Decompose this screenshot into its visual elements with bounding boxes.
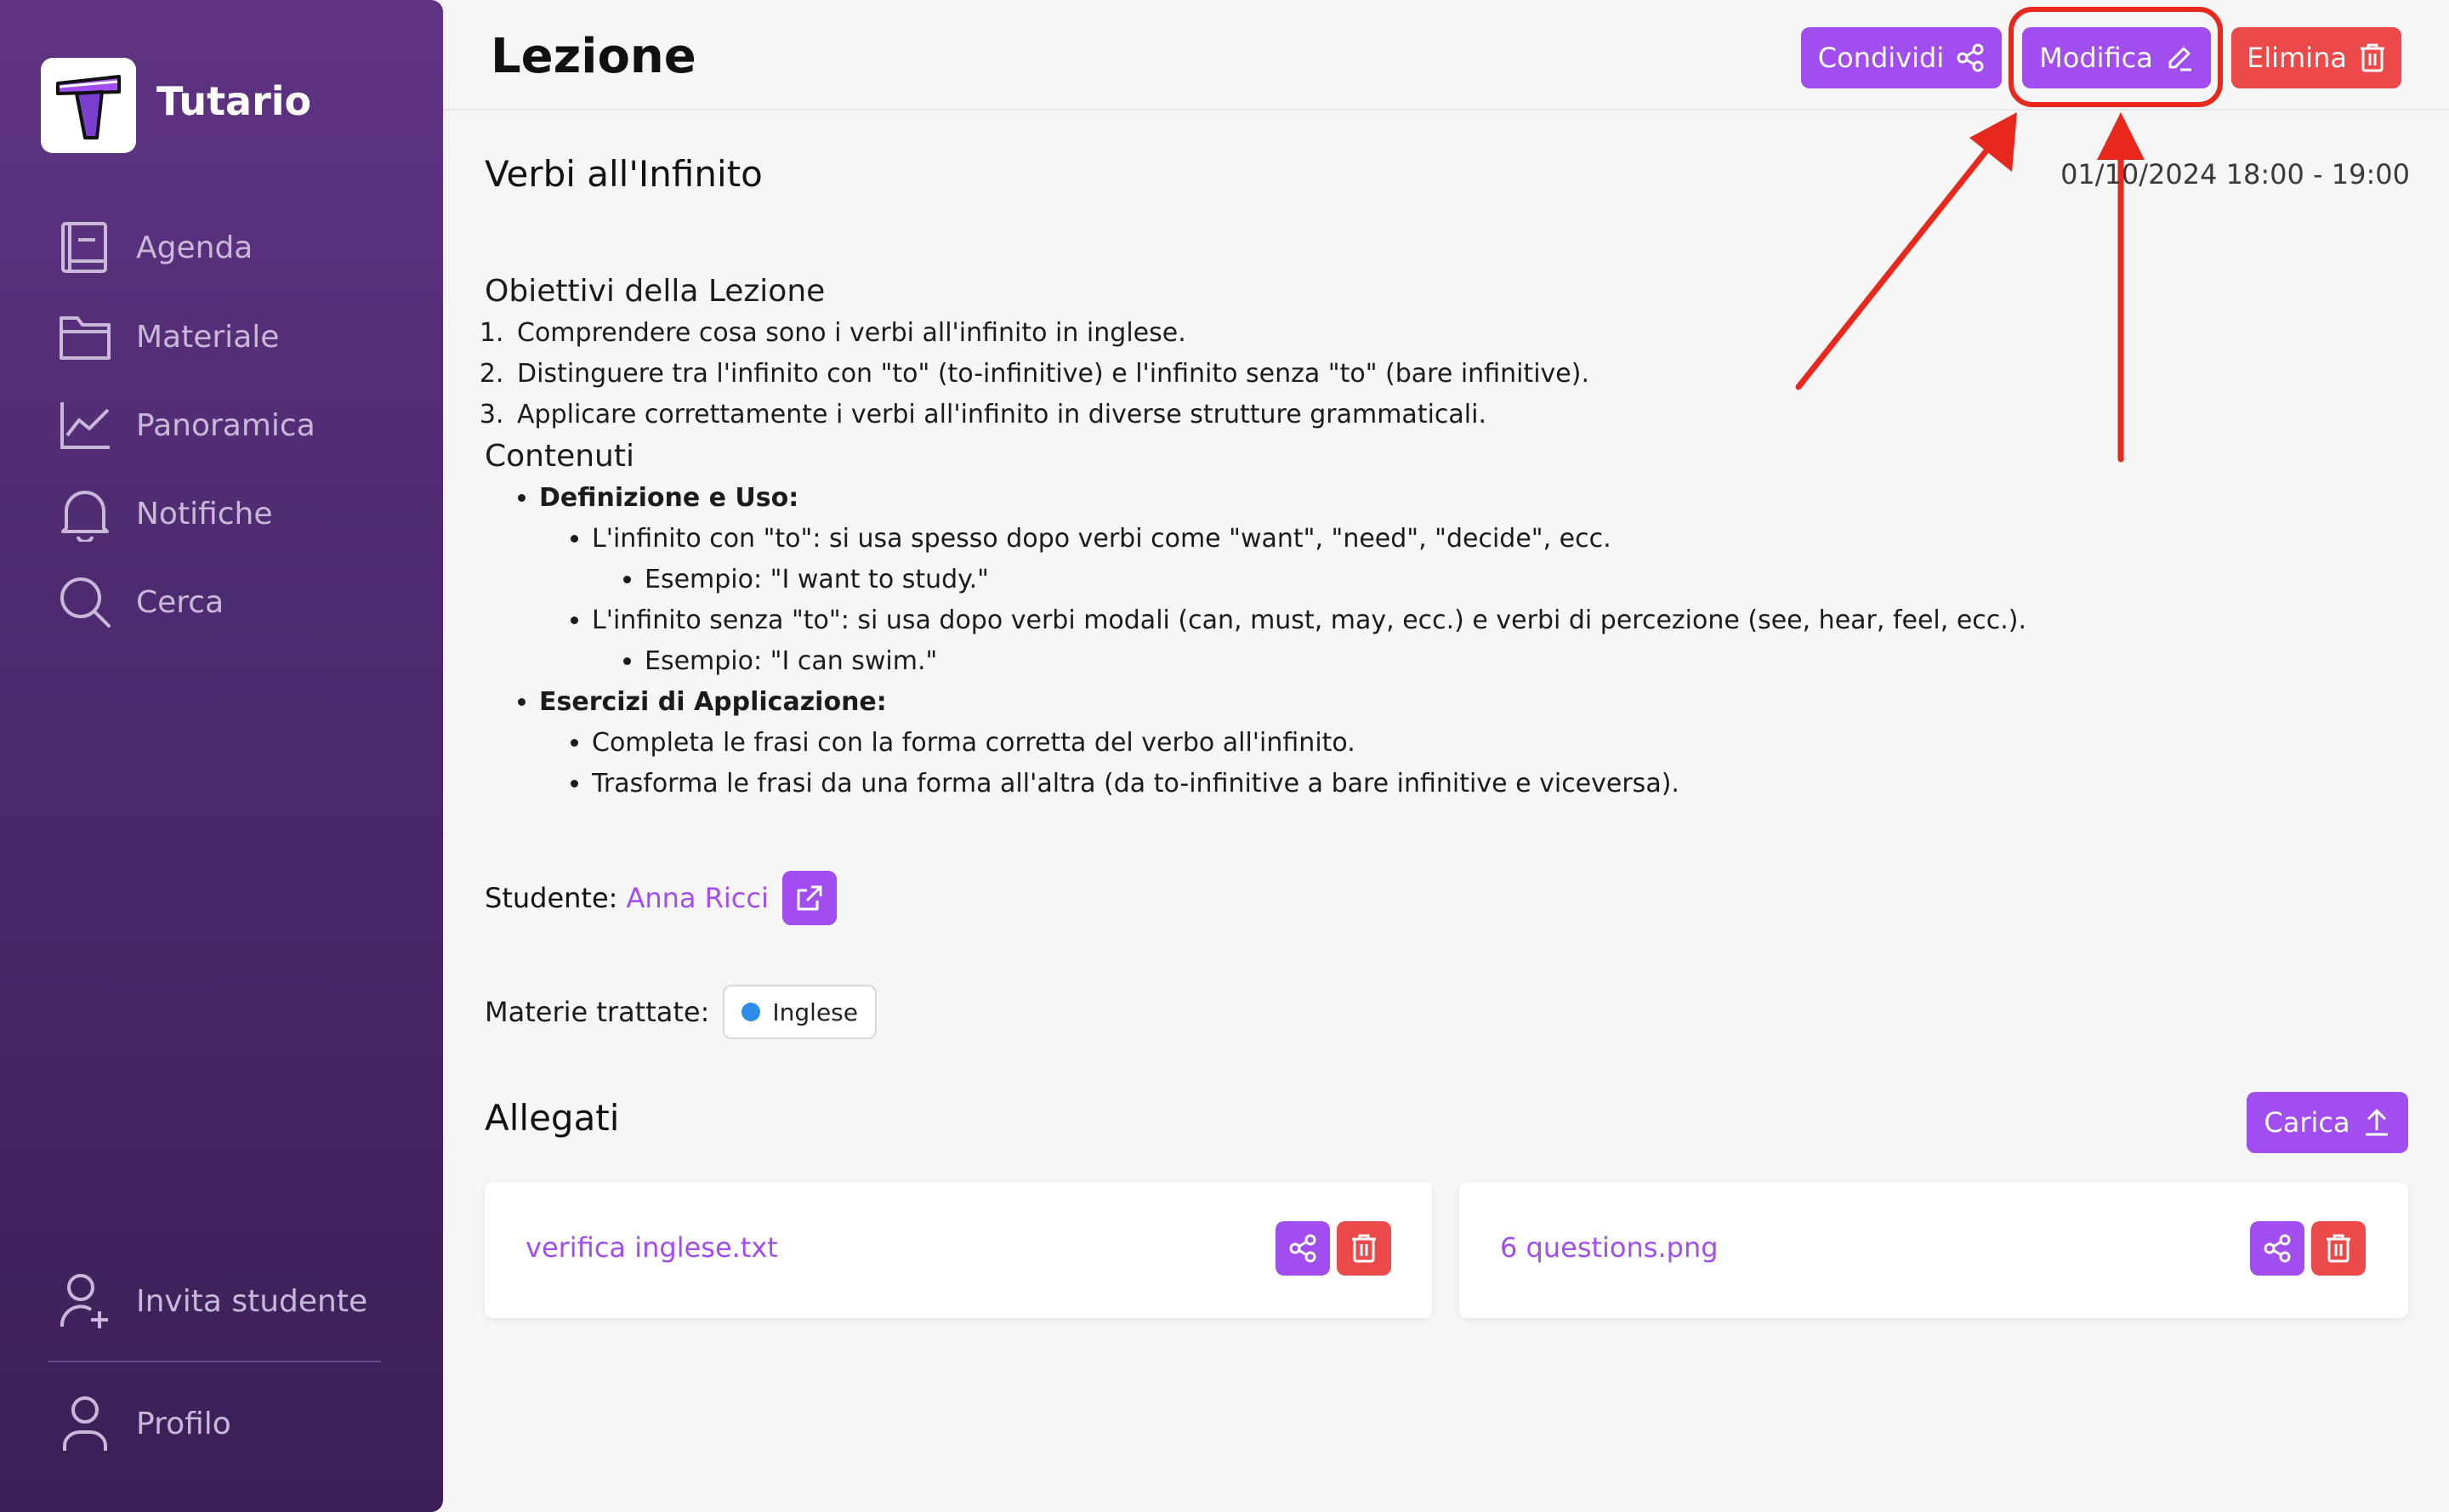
sidebar-item-label: Cerca [136, 584, 224, 620]
sidebar-item-agenda[interactable]: Agenda [56, 217, 396, 278]
user-icon [56, 1395, 114, 1452]
delete-button-label: Elimina [2247, 42, 2347, 74]
search-icon [56, 573, 114, 631]
sidebar-item-panoramica[interactable]: Panoramica [56, 395, 396, 456]
trash-icon [2327, 1234, 2350, 1263]
delete-button[interactable]: Elimina [2231, 27, 2401, 88]
sublist: Completa le frasi con la forma corretta … [592, 723, 2185, 804]
list-item: Distinguere tra l'infinito con "to" (to-… [512, 354, 2185, 395]
subject-color-dot [742, 1003, 761, 1021]
list-item: Definizione e Uso: L'infinito con "to": … [539, 478, 2185, 682]
sublist: Esempio: "I can swim." [645, 641, 2185, 682]
trash-icon [2359, 43, 2386, 73]
invite-student-button[interactable]: Invita studente [56, 1270, 396, 1332]
section-title: Definizione e Uso: [539, 483, 799, 513]
book-icon [56, 219, 114, 276]
list-item: Esercizi di Applicazione: Completa le fr… [539, 682, 2185, 804]
sidebar-item-materiale[interactable]: Materiale [56, 306, 396, 367]
list-item: Esempio: "I want to study." [645, 560, 2185, 600]
chart-line-icon [56, 396, 114, 454]
sidebar-item-notifiche[interactable]: Notifiche [56, 483, 396, 544]
folder-icon [56, 308, 114, 366]
upload-button[interactable]: Carica [2247, 1092, 2408, 1153]
list-item: L'infinito senza "to": si usa dopo verbi… [592, 600, 2185, 682]
sublist: Esempio: "I want to study." [645, 560, 2185, 600]
lesson-description: Obiettivi della Lezione Comprendere cosa… [485, 270, 2185, 804]
sidebar-item-label: Notifiche [136, 496, 273, 531]
subjects-label: Materie trattate: [485, 996, 710, 1028]
open-student-button[interactable] [781, 871, 837, 925]
trash-icon [1352, 1234, 1376, 1263]
share-icon [1956, 43, 1985, 72]
upload-icon [2362, 1108, 2391, 1137]
student-link[interactable]: Anna Ricci [626, 882, 768, 914]
subject-name: Inglese [772, 998, 858, 1026]
sublist: L'infinito con "to": si usa spesso dopo … [592, 519, 2185, 682]
share-button[interactable]: Condividi [1801, 27, 2002, 88]
page-title: Lezione [491, 29, 696, 84]
list-item: Completa le frasi con la forma corretta … [592, 723, 2185, 764]
external-link-icon [797, 885, 822, 911]
sidebar-divider [48, 1361, 381, 1362]
objectives-heading: Obiettivi della Lezione [485, 274, 826, 309]
attachments-title: Allegati [485, 1097, 620, 1139]
attachment-card: 6 questions.png [1459, 1182, 2408, 1318]
contents-list: Definizione e Uso: L'infinito con "to": … [539, 478, 2185, 804]
lesson-title: Verbi all'Infinito [485, 153, 763, 195]
contents-heading: Contenuti [485, 439, 634, 474]
delete-attachment-button[interactable] [2311, 1221, 2366, 1276]
invite-student-label: Invita studente [136, 1283, 368, 1319]
subject-chip[interactable]: Inglese [723, 985, 877, 1039]
sidebar-item-label: Materiale [136, 319, 280, 355]
attachment-link[interactable]: 6 questions.png [1500, 1231, 1719, 1264]
list-item: Comprendere cosa sono i verbi all'infini… [512, 313, 2185, 354]
annotation-highlight [2009, 7, 2223, 107]
share-attachment-button[interactable] [2250, 1221, 2304, 1276]
subjects-row: Materie trattate: Inglese [485, 985, 877, 1039]
sidebar-item-label: Panoramica [136, 407, 315, 443]
list-item: L'infinito con "to": si usa spesso dopo … [592, 519, 2185, 600]
share-icon [2264, 1234, 2291, 1263]
list-item: Trasforma le frasi da una forma all'altr… [592, 764, 2185, 804]
share-attachment-button[interactable] [1276, 1221, 1330, 1276]
student-row: Studente: Anna Ricci [485, 871, 837, 925]
sidebar: Tutario Agenda Materiale Panoramica Noti… [0, 0, 443, 1512]
list-item: Esempio: "I can swim." [645, 641, 2185, 682]
objectives-list: Comprendere cosa sono i verbi all'infini… [512, 313, 2185, 435]
share-button-label: Condividi [1817, 42, 1945, 74]
point-text: L'infinito con "to": si usa spesso dopo … [592, 524, 1611, 554]
sidebar-item-label: Profilo [136, 1406, 231, 1441]
user-plus-icon [56, 1272, 114, 1330]
attachment-card: verifica inglese.txt [485, 1182, 1432, 1318]
list-item: Applicare correttamente i verbi all'infi… [512, 395, 2185, 435]
delete-attachment-button[interactable] [1337, 1221, 1391, 1276]
upload-button-label: Carica [2264, 1106, 2350, 1139]
sidebar-item-cerca[interactable]: Cerca [56, 571, 396, 633]
lesson-datetime: 01/10/2024 18:00 - 19:00 [2060, 158, 2410, 190]
bell-icon [56, 485, 114, 543]
sidebar-item-profilo[interactable]: Profilo [56, 1393, 396, 1454]
attachment-link[interactable]: verifica inglese.txt [526, 1231, 778, 1264]
share-icon [1289, 1234, 1316, 1263]
app-logo[interactable] [41, 58, 136, 153]
app-name: Tutario [156, 78, 312, 124]
student-label: Studente: [485, 882, 618, 914]
section-title: Esercizi di Applicazione: [539, 687, 887, 717]
point-text: L'infinito senza "to": si usa dopo verbi… [592, 605, 2027, 635]
logo-t-icon [56, 75, 121, 139]
sidebar-item-label: Agenda [136, 230, 253, 265]
